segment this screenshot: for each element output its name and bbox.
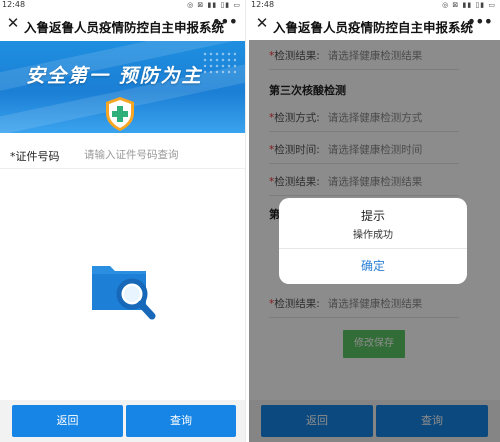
banner-slogan: 安全第一 预防为主 [26, 65, 203, 87]
id-number-row: *证件号码 [0, 141, 245, 169]
dialog-message: 操作成功 [353, 230, 393, 241]
success-dialog: 提示 操作成功 确定 [279, 198, 467, 284]
status-bar: 12:48 ◎ ⊠ ▮▮ ▯▮ ▭ [0, 0, 245, 10]
page-title: 入鲁返鲁人员疫情防控自主申报系统 [273, 20, 474, 35]
status-icons: ◎ ⊠ ▮▮ ▯▮ ▭ [187, 1, 241, 9]
banner: 安全第一 预防为主 [0, 41, 245, 133]
more-icon[interactable]: ••• [212, 12, 238, 31]
close-icon[interactable]: ✕ [6, 14, 20, 32]
status-time: 12:48 [251, 0, 275, 9]
shield-icon [106, 97, 134, 131]
status-bar: 12:48 ◎ ⊠ ▮▮ ▯▮ ▭ [249, 0, 500, 10]
root: 12:48 ◎ ⊠ ▮▮ ▯▮ ▭ ✕ 入鲁返鲁人员疫情防控自主申报系统 •••… [0, 0, 500, 442]
dialog-title: 提示 [360, 209, 385, 223]
left-screen: 12:48 ◎ ⊠ ▮▮ ▯▮ ▭ ✕ 入鲁返鲁人员疫情防控自主申报系统 •••… [0, 0, 246, 442]
bottom-button-bar: 返回 查询 [0, 400, 245, 442]
page-title: 入鲁返鲁人员疫情防控自主申报系统 [24, 20, 225, 35]
confirm-button[interactable]: 确定 [279, 248, 467, 284]
status-time: 12:48 [2, 0, 26, 9]
more-icon[interactable]: ••• [467, 12, 493, 31]
id-number-input[interactable] [84, 145, 236, 165]
back-button[interactable]: 返回 [12, 405, 123, 437]
folder-search-icon [92, 266, 156, 320]
banner-dots [202, 51, 236, 75]
status-icons: ◎ ⊠ ▮▮ ▯▮ ▭ [442, 1, 496, 9]
id-number-label: *证件号码 [10, 150, 60, 163]
right-screen: 12:48 ◎ ⊠ ▮▮ ▯▮ ▭ ✕ 入鲁返鲁人员疫情防控自主申报系统 •••… [249, 0, 500, 442]
title-bar: ✕ 入鲁返鲁人员疫情防控自主申报系统 ••• [0, 12, 245, 38]
title-bar: ✕ 入鲁返鲁人员疫情防控自主申报系统 ••• [249, 12, 500, 38]
close-icon[interactable]: ✕ [255, 14, 269, 32]
query-button[interactable]: 查询 [126, 405, 236, 437]
